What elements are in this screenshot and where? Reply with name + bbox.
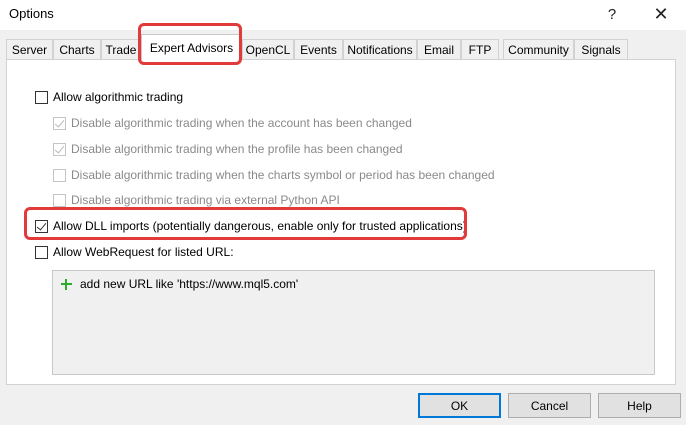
allow-webrequest-checkbox[interactable] [35,245,48,259]
disable-on-symbol-change-option: Disable algorithmic trading when the cha… [53,167,495,183]
allow-algo-trading-checkbox[interactable] [35,90,48,104]
window-title: Options [9,6,54,21]
disable-via-python-label: Disable algorithmic trading via external… [71,193,340,207]
allow-dll-imports-option[interactable]: Allow DLL imports (potentially dangerous… [35,218,467,234]
close-icon[interactable]: ✕ [647,2,675,26]
allow-algo-trading-label: Allow algorithmic trading [53,90,184,104]
tab-notifications[interactable]: Notifications [343,39,417,60]
add-url-label: add new URL like 'https://www.mql5.com' [80,277,299,291]
tab-strip: Server Charts Trade Expert Advisors Open… [6,34,676,60]
cancel-button[interactable]: Cancel [508,393,591,418]
tab-signals[interactable]: Signals [574,39,628,60]
help-button[interactable]: Help [598,393,681,418]
plus-icon [61,278,72,290]
disable-via-python-checkbox [53,193,66,207]
title-bar: Options ? ✕ [0,0,686,30]
tab-events[interactable]: Events [294,39,343,60]
tab-expert-advisors[interactable]: Expert Advisors [141,34,242,60]
allow-dll-imports-checkbox[interactable] [35,219,48,233]
add-url-item[interactable]: add new URL like 'https://www.mql5.com' [61,277,298,291]
tab-email[interactable]: Email [417,39,461,60]
expert-advisors-panel: Allow algorithmic trading Disable algori… [6,59,676,385]
disable-on-profile-change-label: Disable algorithmic trading when the pro… [71,142,403,156]
tab-community[interactable]: Community [503,39,574,60]
tab-ftp[interactable]: FTP [461,39,499,60]
tab-charts[interactable]: Charts [53,39,101,60]
allow-webrequest-option[interactable]: Allow WebRequest for listed URL: [35,244,234,260]
tab-trade[interactable]: Trade [101,39,141,60]
disable-on-account-change-option: Disable algorithmic trading when the acc… [53,115,412,131]
tab-opencl[interactable]: OpenCL [242,39,294,60]
disable-on-symbol-change-label: Disable algorithmic trading when the cha… [71,168,495,182]
disable-on-account-change-label: Disable algorithmic trading when the acc… [71,116,412,130]
disable-on-symbol-change-checkbox [53,168,66,182]
disable-on-account-change-checkbox [53,116,66,130]
allow-dll-imports-label: Allow DLL imports (potentially dangerous… [53,219,467,233]
disable-on-profile-change-option: Disable algorithmic trading when the pro… [53,141,403,157]
tab-server[interactable]: Server [6,39,53,60]
disable-on-profile-change-checkbox [53,142,66,156]
help-icon[interactable]: ? [598,2,626,26]
disable-via-python-option: Disable algorithmic trading via external… [53,192,340,208]
webrequest-url-list[interactable]: add new URL like 'https://www.mql5.com' [52,270,655,375]
ok-button[interactable]: OK [418,393,501,418]
allow-algo-trading-option[interactable]: Allow algorithmic trading [35,89,183,105]
allow-webrequest-label: Allow WebRequest for listed URL: [53,245,234,259]
